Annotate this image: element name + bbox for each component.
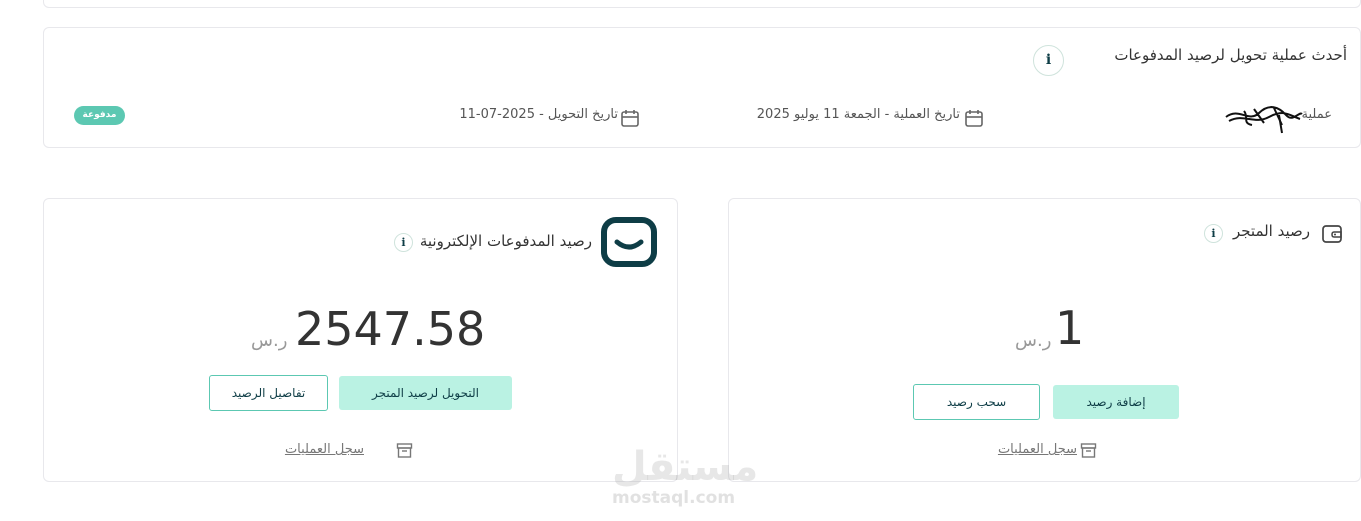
calendar-icon <box>965 110 983 127</box>
latest-transfer-title: أحدث عملية تحويل لرصيد المدفوعات <box>1114 46 1347 64</box>
info-icon[interactable]: i <box>1204 224 1223 243</box>
transfer-date: تاريخ التحويل - 2025-07-11 <box>459 107 618 122</box>
store-history-link[interactable]: سجل العمليات <box>998 442 1077 457</box>
watermark-latin: mostaql.com <box>612 488 736 508</box>
archive-icon <box>396 443 413 458</box>
store-balance-amount: 1 <box>1055 301 1085 355</box>
add-balance-button[interactable]: إضافة رصيد <box>1053 385 1179 419</box>
transfer-to-store-button[interactable]: التحويل لرصيد المتجر <box>339 376 512 410</box>
status-badge: مدفوعة <box>74 106 125 125</box>
currency-label: ر.س <box>251 330 288 351</box>
latest-transfer-card: أحدث عملية تحويل لرصيد المدفوعات i عملية… <box>43 27 1361 148</box>
operation-date: تاريخ العملية - الجمعة 11 يوليو 2025 <box>756 107 960 122</box>
info-icon[interactable]: i <box>394 233 413 252</box>
watermark-arabic: مستقل <box>612 444 759 490</box>
payments-balance-amount: 2547.58 <box>295 302 486 356</box>
store-balance-title: رصيد المتجر <box>1232 222 1310 240</box>
operation-label: عملية <box>1301 107 1332 122</box>
wallet-icon <box>1322 225 1342 243</box>
balance-details-button[interactable]: تفاصيل الرصيد <box>209 375 328 411</box>
currency-label: ر.س <box>1015 330 1052 351</box>
calendar-icon <box>621 110 639 127</box>
redacted-scribble <box>1225 106 1303 134</box>
withdraw-balance-button[interactable]: سحب رصيد <box>913 384 1040 420</box>
payments-logo-icon <box>601 217 657 267</box>
store-balance-card: رصيد المتجر i 1 ر.س إضافة رصيد سحب رصيد … <box>728 198 1361 482</box>
archive-icon <box>1080 443 1097 458</box>
payments-balance-card: رصيد المدفوعات الإلكترونية i 2547.58 ر.س… <box>43 198 678 482</box>
top-card-edge <box>43 0 1361 8</box>
info-icon[interactable]: i <box>1033 45 1064 76</box>
payments-balance-title: رصيد المدفوعات الإلكترونية <box>419 232 592 250</box>
payments-history-link[interactable]: سجل العمليات <box>285 442 364 457</box>
